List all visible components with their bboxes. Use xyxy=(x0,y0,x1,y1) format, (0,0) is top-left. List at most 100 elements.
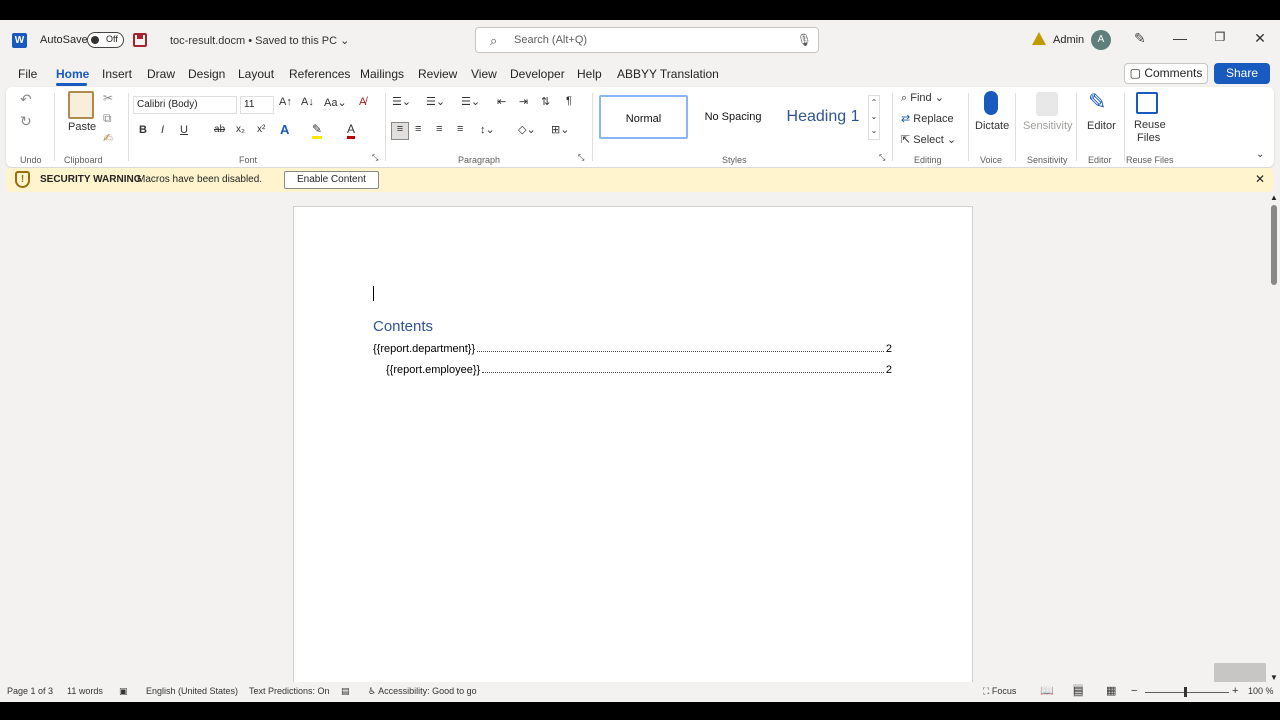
collapse-ribbon-icon[interactable]: ⌄ xyxy=(1256,149,1264,160)
tab-file[interactable]: File xyxy=(18,67,37,81)
text-predictions[interactable]: Text Predictions: On xyxy=(249,686,330,696)
align-right-icon[interactable]: ≡ xyxy=(436,123,442,135)
zoom-in-icon[interactable]: + xyxy=(1232,685,1238,697)
replace-button[interactable]: ⇄ Replace xyxy=(901,112,954,125)
tab-view[interactable]: View xyxy=(471,67,497,81)
proofing-icon[interactable]: ▣ xyxy=(119,686,128,697)
tab-abbyy-translation[interactable]: ABBYY Translation xyxy=(617,67,719,81)
change-case-icon[interactable]: Aa⌄ xyxy=(324,96,347,109)
tab-design[interactable]: Design xyxy=(188,67,225,81)
zoom-out-icon[interactable]: − xyxy=(1131,685,1137,697)
zoom-slider[interactable] xyxy=(1145,692,1229,693)
find-button[interactable]: ⌕ Find ⌄ xyxy=(901,91,944,105)
microphone-icon[interactable] xyxy=(984,91,998,115)
enable-content-button[interactable]: Enable Content xyxy=(284,171,379,189)
shrink-font-icon[interactable]: A↓ xyxy=(301,96,314,108)
tab-help[interactable]: Help xyxy=(577,67,602,81)
style-no-spacing[interactable]: No Spacing xyxy=(690,95,776,139)
tab-mailings[interactable]: Mailings xyxy=(360,67,404,81)
font-dialog-launcher-icon[interactable]: ⤡ xyxy=(372,153,378,163)
user-name[interactable]: Admin xyxy=(1053,34,1084,46)
reuse-files-button-line2[interactable]: Files xyxy=(1137,132,1160,144)
print-layout-icon[interactable]: ▤ xyxy=(1073,684,1084,697)
align-left-icon[interactable]: ≡ xyxy=(391,122,409,140)
paste-button[interactable]: Paste xyxy=(68,121,96,133)
scroll-up-icon[interactable]: ▲ xyxy=(1270,193,1278,202)
font-color-icon[interactable]: A xyxy=(347,122,356,139)
toc-entry[interactable]: {{report.department}} 2 xyxy=(373,341,892,355)
style-normal[interactable]: Normal xyxy=(599,95,688,139)
macro-recording-icon[interactable]: ▤ xyxy=(341,686,350,697)
minimize-icon[interactable]: — xyxy=(1170,30,1190,46)
tab-references[interactable]: References xyxy=(289,67,350,81)
pen-icon[interactable]: ✎ xyxy=(1134,30,1146,47)
tab-insert[interactable]: Insert xyxy=(102,67,132,81)
font-name-combo[interactable]: Calibri (Body) xyxy=(133,96,237,114)
save-icon[interactable] xyxy=(133,33,147,47)
borders-icon[interactable]: ⊞⌄ xyxy=(551,123,569,136)
web-layout-icon[interactable]: ▦ xyxy=(1106,684,1116,697)
bullets-icon[interactable]: ☰⌄ xyxy=(392,95,411,108)
tab-developer[interactable]: Developer xyxy=(510,67,565,81)
strikethrough-button[interactable]: ab xyxy=(214,124,225,135)
styles-dialog-launcher-icon[interactable]: ⤡ xyxy=(879,153,885,163)
toc-heading[interactable]: Contents xyxy=(373,318,433,335)
clear-formatting-icon[interactable]: A̸ xyxy=(359,96,366,108)
select-button[interactable]: ⇱ Select ⌄ xyxy=(901,133,956,146)
zoom-level[interactable]: 100 % xyxy=(1248,686,1274,696)
line-spacing-icon[interactable]: ↕⌄ xyxy=(480,123,495,136)
justify-icon[interactable]: ≡ xyxy=(457,123,463,135)
font-size-combo[interactable]: 11 xyxy=(240,96,274,114)
close-icon[interactable]: ✕ xyxy=(1250,30,1270,47)
reuse-files-button-line1[interactable]: Reuse xyxy=(1134,119,1166,131)
decrease-indent-icon[interactable]: ⇤ xyxy=(497,95,506,108)
document-page[interactable]: Contents {{report.department}} 2 {{repor… xyxy=(293,206,973,686)
reuse-files-icon[interactable] xyxy=(1136,92,1158,114)
numbering-icon[interactable]: ☰⌄ xyxy=(426,95,445,108)
toc-entry[interactable]: {{report.employee}} 2 xyxy=(386,362,892,376)
scrollbar-thumb[interactable] xyxy=(1271,205,1277,285)
focus-button[interactable]: ⛶ Focus xyxy=(983,686,1016,697)
multilevel-list-icon[interactable]: ☰⌄ xyxy=(461,95,480,108)
undo-icon[interactable]: ↶ xyxy=(20,91,32,108)
dictate-button[interactable]: Dictate xyxy=(975,120,1009,132)
highlight-icon[interactable]: ✎ xyxy=(312,122,323,139)
page-indicator[interactable]: Page 1 of 3 xyxy=(7,686,53,696)
tab-layout[interactable]: Layout xyxy=(238,67,274,81)
italic-button[interactable]: I xyxy=(161,124,164,136)
search-input[interactable]: Search (Alt+Q) xyxy=(514,34,587,46)
search-box[interactable]: ⌕ Search (Alt+Q) 🎙 xyxy=(475,27,819,53)
vertical-scrollbar[interactable]: ▲ ▼ xyxy=(1268,193,1280,682)
copy-icon[interactable]: ⧉ xyxy=(103,111,112,126)
accessibility-status[interactable]: ♿ Accessibility: Good to go xyxy=(368,686,477,697)
subscript-button[interactable]: x₂ xyxy=(236,124,245,135)
show-formatting-icon[interactable]: ¶ xyxy=(566,95,572,107)
format-painter-icon[interactable]: ✍ xyxy=(103,131,113,145)
comments-button[interactable]: ▢ Comments xyxy=(1124,63,1208,84)
share-button[interactable]: Share xyxy=(1214,63,1270,84)
superscript-button[interactable]: x² xyxy=(257,124,265,135)
bold-button[interactable]: B xyxy=(139,124,147,136)
restore-icon[interactable]: ❐ xyxy=(1210,30,1230,44)
close-icon[interactable]: ✕ xyxy=(1255,172,1265,186)
editor-button[interactable]: Editor xyxy=(1087,120,1116,132)
shading-icon[interactable]: ◇⌄ xyxy=(518,123,536,136)
warning-icon[interactable] xyxy=(1032,32,1046,45)
word-count[interactable]: 11 words xyxy=(67,686,103,696)
tab-draw[interactable]: Draw xyxy=(147,67,175,81)
tab-review[interactable]: Review xyxy=(418,67,457,81)
redo-icon[interactable]: ↻ xyxy=(20,113,32,130)
text-effects-icon[interactable]: A xyxy=(280,122,289,137)
underline-button[interactable]: U xyxy=(180,124,188,136)
language-indicator[interactable]: English (United States) xyxy=(146,686,238,696)
clipboard-icon[interactable] xyxy=(68,91,94,119)
paragraph-dialog-launcher-icon[interactable]: ⤡ xyxy=(578,153,584,163)
sort-icon[interactable]: ⇅ xyxy=(541,95,550,108)
styles-scroll[interactable]: ⌃ ⌄ ⌄ xyxy=(868,95,880,140)
align-center-icon[interactable]: ≡ xyxy=(415,123,421,135)
increase-indent-icon[interactable]: ⇥ xyxy=(519,95,528,108)
editor-icon[interactable]: ✎ xyxy=(1088,89,1106,115)
avatar[interactable]: A xyxy=(1091,30,1111,50)
microphone-icon[interactable]: 🎙 xyxy=(797,33,812,47)
tab-home[interactable]: Home xyxy=(56,67,89,81)
